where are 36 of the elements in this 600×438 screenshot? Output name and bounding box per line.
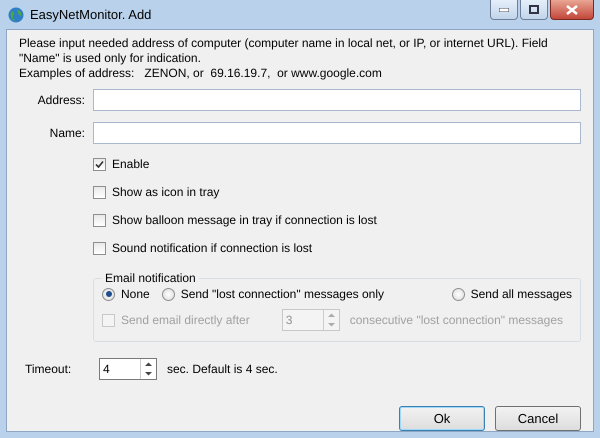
field-label: Timeout: xyxy=(25,362,72,376)
checkbox[interactable] xyxy=(93,158,106,170)
maximize-button[interactable] xyxy=(520,0,548,20)
spin-field[interactable]: 4 xyxy=(99,358,157,380)
radio-label: Send all messages xyxy=(470,287,572,301)
checkbox-label: Enable xyxy=(112,157,150,171)
radio-label: Send "lost connection" messages only xyxy=(180,287,384,301)
instruction-text: Examples of address: ZENON, or 69.16.19.7, or www.google.com xyxy=(19,66,383,81)
minimize-button[interactable] xyxy=(490,0,518,20)
minimize-icon xyxy=(499,8,509,12)
field-label: Address: xyxy=(36,93,86,107)
radio-button[interactable] xyxy=(102,288,115,300)
radio-button[interactable] xyxy=(162,288,175,300)
maximize-icon xyxy=(529,5,539,14)
close-icon xyxy=(566,4,578,14)
field-label: Name: xyxy=(48,126,86,140)
checkbox[interactable] xyxy=(93,242,106,254)
checkbox[interactable] xyxy=(93,214,106,226)
checkbox-label: Show balloon message in tray if connection is lost xyxy=(112,213,377,227)
input-field[interactable] xyxy=(93,89,581,111)
checkbox-label: Sound notification if connection is lost xyxy=(112,241,312,255)
globe-icon xyxy=(8,6,24,22)
dialog-button[interactable]: Ok xyxy=(399,406,485,431)
checkbox[interactable] xyxy=(93,186,106,198)
input-field[interactable] xyxy=(93,122,581,144)
radio-button[interactable] xyxy=(452,288,465,300)
checkbox-label: Send email directly after xyxy=(121,313,250,327)
checkbox-label: Show as icon in tray xyxy=(112,185,220,199)
window-title: EasyNetMonitor. Add xyxy=(30,7,152,22)
instruction-text: Please input needed address of computer (computer name in local net, or IP, or internet URL). Field "Name" is used only for indication. xyxy=(19,36,549,66)
group-title: Email notification xyxy=(104,271,197,285)
close-button[interactable] xyxy=(550,0,594,20)
timeout-note: sec. Default is 4 sec. xyxy=(167,362,278,376)
spin-suffix: consecutive "lost connection" messages xyxy=(350,313,564,327)
radio-label: None xyxy=(121,287,150,301)
dialog-button[interactable]: Cancel xyxy=(495,406,581,431)
